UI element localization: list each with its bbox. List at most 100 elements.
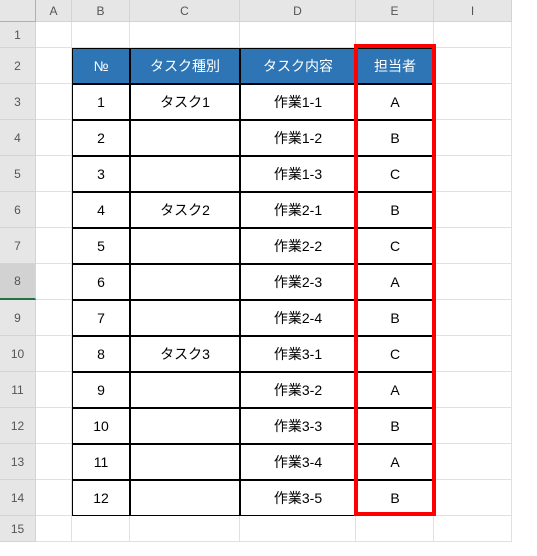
cell[interactable] bbox=[36, 300, 72, 336]
cell-no[interactable]: 7 bbox=[72, 300, 130, 336]
cell-content[interactable]: 作業2-2 bbox=[240, 228, 356, 264]
cell[interactable] bbox=[36, 156, 72, 192]
cell-content[interactable]: 作業2-4 bbox=[240, 300, 356, 336]
cell-no[interactable]: 3 bbox=[72, 156, 130, 192]
cell-content[interactable]: 作業3-3 bbox=[240, 408, 356, 444]
cell-content[interactable]: 作業3-1 bbox=[240, 336, 356, 372]
row-header-2[interactable]: 2 bbox=[0, 48, 36, 84]
cell-type[interactable] bbox=[130, 480, 240, 516]
cell[interactable] bbox=[434, 336, 512, 372]
cell[interactable] bbox=[36, 22, 72, 48]
cell-content[interactable]: 作業1-3 bbox=[240, 156, 356, 192]
row-header-5[interactable]: 5 bbox=[0, 156, 36, 192]
cell[interactable] bbox=[36, 336, 72, 372]
cell[interactable] bbox=[130, 22, 240, 48]
cell-no[interactable]: 5 bbox=[72, 228, 130, 264]
cell-owner[interactable]: B bbox=[356, 192, 434, 228]
cell-type[interactable] bbox=[130, 372, 240, 408]
row-header-14[interactable]: 14 bbox=[0, 480, 36, 516]
cell[interactable] bbox=[72, 22, 130, 48]
cell-no[interactable]: 6 bbox=[72, 264, 130, 300]
row-header-3[interactable]: 3 bbox=[0, 84, 36, 120]
cell-no[interactable]: 10 bbox=[72, 408, 130, 444]
col-header-B[interactable]: B bbox=[72, 0, 130, 22]
col-header-A[interactable]: A bbox=[36, 0, 72, 22]
cell-owner[interactable]: A bbox=[356, 84, 434, 120]
row-header-9[interactable]: 9 bbox=[0, 300, 36, 336]
row-header-11[interactable]: 11 bbox=[0, 372, 36, 408]
cell-owner[interactable]: B bbox=[356, 480, 434, 516]
cell[interactable] bbox=[434, 408, 512, 444]
cell[interactable] bbox=[434, 300, 512, 336]
cell[interactable] bbox=[434, 480, 512, 516]
cell-owner[interactable]: C bbox=[356, 228, 434, 264]
cell-type[interactable]: タスク2 bbox=[130, 192, 240, 228]
cell-owner[interactable]: B bbox=[356, 408, 434, 444]
cell[interactable] bbox=[36, 444, 72, 480]
row-header-12[interactable]: 12 bbox=[0, 408, 36, 444]
cell[interactable] bbox=[72, 516, 130, 542]
cell-owner[interactable]: A bbox=[356, 372, 434, 408]
col-header-I[interactable]: I bbox=[434, 0, 512, 22]
col-header-D[interactable]: D bbox=[240, 0, 356, 22]
cell[interactable] bbox=[434, 372, 512, 408]
table-header-no[interactable]: № bbox=[72, 48, 130, 84]
col-header-E[interactable]: E bbox=[356, 0, 434, 22]
cell[interactable] bbox=[36, 408, 72, 444]
cell-owner[interactable]: B bbox=[356, 300, 434, 336]
row-header-15[interactable]: 15 bbox=[0, 516, 36, 542]
cell[interactable] bbox=[434, 228, 512, 264]
cell[interactable] bbox=[36, 84, 72, 120]
row-header-13[interactable]: 13 bbox=[0, 444, 36, 480]
cell[interactable] bbox=[434, 22, 512, 48]
table-header-content[interactable]: タスク内容 bbox=[240, 48, 356, 84]
cell-no[interactable]: 9 bbox=[72, 372, 130, 408]
cell[interactable] bbox=[130, 516, 240, 542]
cell-type[interactable]: タスク3 bbox=[130, 336, 240, 372]
cell-type[interactable] bbox=[130, 444, 240, 480]
cell-content[interactable]: 作業2-3 bbox=[240, 264, 356, 300]
cell[interactable] bbox=[240, 516, 356, 542]
cell-owner[interactable]: B bbox=[356, 120, 434, 156]
cell-no[interactable]: 11 bbox=[72, 444, 130, 480]
cell-owner[interactable]: A bbox=[356, 264, 434, 300]
cell-no[interactable]: 12 bbox=[72, 480, 130, 516]
cell-no[interactable]: 1 bbox=[72, 84, 130, 120]
row-header-4[interactable]: 4 bbox=[0, 120, 36, 156]
cell[interactable] bbox=[434, 48, 512, 84]
cell[interactable] bbox=[36, 264, 72, 300]
cell[interactable] bbox=[434, 84, 512, 120]
cell-type[interactable] bbox=[130, 120, 240, 156]
cell[interactable] bbox=[36, 480, 72, 516]
cell-content[interactable]: 作業3-5 bbox=[240, 480, 356, 516]
row-header-1[interactable]: 1 bbox=[0, 22, 36, 48]
cell[interactable] bbox=[36, 192, 72, 228]
cell[interactable] bbox=[434, 444, 512, 480]
table-header-type[interactable]: タスク種別 bbox=[130, 48, 240, 84]
cell-content[interactable]: 作業3-4 bbox=[240, 444, 356, 480]
cell[interactable] bbox=[36, 228, 72, 264]
cell-owner[interactable]: A bbox=[356, 444, 434, 480]
cell-type[interactable] bbox=[130, 408, 240, 444]
cell-type[interactable] bbox=[130, 264, 240, 300]
cell-owner[interactable]: C bbox=[356, 336, 434, 372]
cell[interactable] bbox=[434, 516, 512, 542]
cell-type[interactable] bbox=[130, 300, 240, 336]
cell[interactable] bbox=[36, 48, 72, 84]
col-header-C[interactable]: C bbox=[130, 0, 240, 22]
cell[interactable] bbox=[356, 22, 434, 48]
cell[interactable] bbox=[36, 120, 72, 156]
cell-content[interactable]: 作業3-2 bbox=[240, 372, 356, 408]
row-header-10[interactable]: 10 bbox=[0, 336, 36, 372]
cell-type[interactable]: タスク1 bbox=[130, 84, 240, 120]
row-header-8[interactable]: 8 bbox=[0, 264, 36, 300]
cell-content[interactable]: 作業1-2 bbox=[240, 120, 356, 156]
cell-content[interactable]: 作業2-1 bbox=[240, 192, 356, 228]
table-header-owner[interactable]: 担当者 bbox=[356, 48, 434, 84]
cell[interactable] bbox=[434, 264, 512, 300]
select-all-corner[interactable] bbox=[0, 0, 36, 22]
cell-no[interactable]: 2 bbox=[72, 120, 130, 156]
cell-type[interactable] bbox=[130, 228, 240, 264]
cell[interactable] bbox=[434, 156, 512, 192]
row-header-7[interactable]: 7 bbox=[0, 228, 36, 264]
